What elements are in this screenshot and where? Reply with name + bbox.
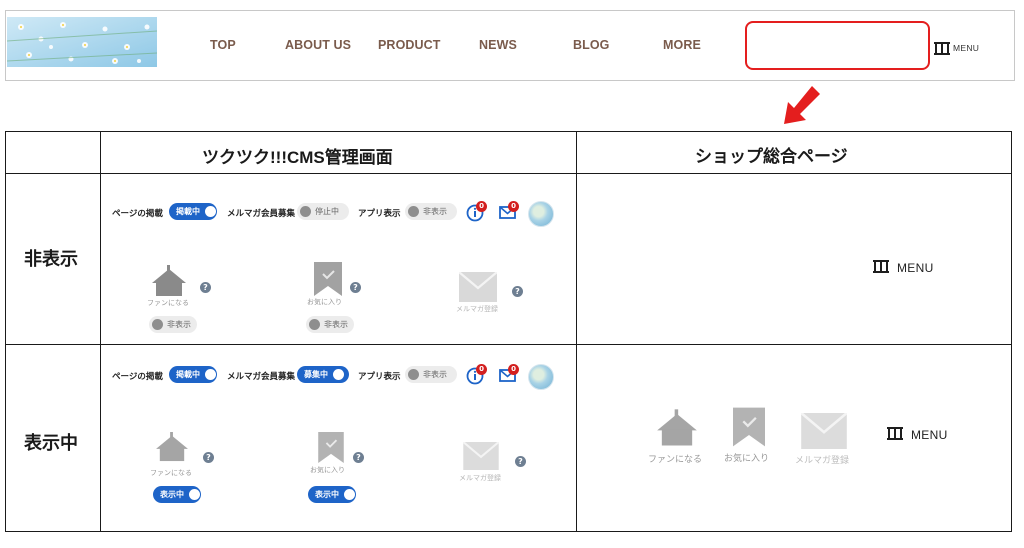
column-header-shop: ショップ総合ページ xyxy=(695,147,848,166)
mail-recruit-toggle-label: 募集中 xyxy=(304,370,328,379)
favorite-bookmark-icon[interactable] xyxy=(733,407,765,447)
arrow-down-left-icon xyxy=(784,86,820,124)
menu-label[interactable]: MENU xyxy=(953,43,979,53)
app-display-label: アプリ表示 xyxy=(358,209,401,219)
menu-icon[interactable] xyxy=(887,425,903,444)
mail-badge: 0 xyxy=(508,201,519,212)
mail-recruit-label: メルマガ会員募集 xyxy=(227,209,296,219)
app-display-toggle[interactable]: 非表示 xyxy=(405,366,457,383)
info-badge: 0 xyxy=(476,201,487,212)
fan-caption: ファンになる xyxy=(150,469,192,477)
header-hero-image[interactable] xyxy=(7,17,157,67)
fan-toggle[interactable]: 非表示 xyxy=(149,316,197,333)
nav-product[interactable]: PRODUCT xyxy=(378,38,441,52)
favorite-bookmark-icon xyxy=(318,432,344,463)
nav-more[interactable]: MORE xyxy=(663,38,701,52)
fan-toggle-label: 表示中 xyxy=(160,490,184,499)
app-display-toggle[interactable]: 非表示 xyxy=(405,203,457,220)
avatar[interactable] xyxy=(528,201,554,227)
avatar[interactable] xyxy=(528,364,554,390)
app-display-toggle-label: 非表示 xyxy=(423,370,447,379)
nav-news[interactable]: NEWS xyxy=(479,38,517,52)
favorite-caption: お気に入り xyxy=(310,466,345,474)
newsletter-caption: メルマガ登録 xyxy=(459,474,501,482)
fan-toggle-label: 非表示 xyxy=(167,320,191,329)
fan-toggle[interactable]: 表示中 xyxy=(153,486,201,503)
help-icon[interactable]: ? xyxy=(515,456,526,467)
menu-label[interactable]: MENU xyxy=(897,261,934,275)
fan-house-icon xyxy=(156,432,188,462)
row-header-shown: 表示中 xyxy=(24,433,78,453)
favorite-toggle[interactable]: 表示中 xyxy=(308,486,356,503)
page-publish-toggle-label: 掲載中 xyxy=(176,370,200,379)
menu-icon[interactable] xyxy=(934,40,950,59)
mail-badge: 0 xyxy=(508,364,519,375)
page-publish-toggle-label: 掲載中 xyxy=(176,207,200,216)
favorite-toggle[interactable]: 非表示 xyxy=(306,316,354,333)
favorite-toggle-label: 非表示 xyxy=(324,320,348,329)
info-badge: 0 xyxy=(476,364,487,375)
row-header-hidden: 非表示 xyxy=(24,249,78,269)
help-icon[interactable]: ? xyxy=(203,452,214,463)
newsletter-caption[interactable]: メルマガ登録 xyxy=(795,453,849,466)
help-icon[interactable]: ? xyxy=(512,286,523,297)
page-publish-toggle[interactable]: 掲載中 xyxy=(169,366,217,383)
page-publish-label: ページの掲載 xyxy=(112,372,163,382)
fan-caption: ファンになる xyxy=(147,299,189,307)
newsletter-envelope-icon xyxy=(463,442,499,470)
highlight-box xyxy=(745,21,930,70)
fan-house-icon xyxy=(152,265,186,296)
favorite-caption: お気に入り xyxy=(307,298,342,306)
newsletter-envelope-icon[interactable] xyxy=(801,413,847,449)
mail-recruit-toggle[interactable]: 募集中 xyxy=(297,366,349,383)
fan-caption[interactable]: ファンになる xyxy=(648,452,702,465)
app-display-label: アプリ表示 xyxy=(358,372,401,382)
menu-icon[interactable] xyxy=(873,258,889,277)
help-icon[interactable]: ? xyxy=(350,282,361,293)
nav-blog[interactable]: BLOG xyxy=(573,38,610,52)
mail-recruit-toggle[interactable]: 停止中 xyxy=(297,203,349,220)
page-publish-toggle[interactable]: 掲載中 xyxy=(169,203,217,220)
help-icon[interactable]: ? xyxy=(353,452,364,463)
fan-house-icon[interactable] xyxy=(656,408,698,448)
mail-recruit-toggle-label: 停止中 xyxy=(315,207,339,216)
favorite-toggle-label: 表示中 xyxy=(315,490,339,499)
newsletter-envelope-icon xyxy=(459,272,497,302)
column-header-cms: ツクツク!!!CMS管理画面 xyxy=(202,148,393,167)
nav-top[interactable]: TOP xyxy=(210,38,236,52)
help-icon[interactable]: ? xyxy=(200,282,211,293)
page-publish-label: ページの掲載 xyxy=(112,209,163,219)
nav-about-us[interactable]: ABOUT US xyxy=(285,38,351,52)
newsletter-caption: メルマガ登録 xyxy=(456,305,498,313)
favorite-caption[interactable]: お気に入り xyxy=(724,451,769,464)
favorite-bookmark-icon xyxy=(314,262,342,296)
app-display-toggle-label: 非表示 xyxy=(423,207,447,216)
mail-recruit-label: メルマガ会員募集 xyxy=(227,372,296,382)
menu-label[interactable]: MENU xyxy=(911,428,948,442)
